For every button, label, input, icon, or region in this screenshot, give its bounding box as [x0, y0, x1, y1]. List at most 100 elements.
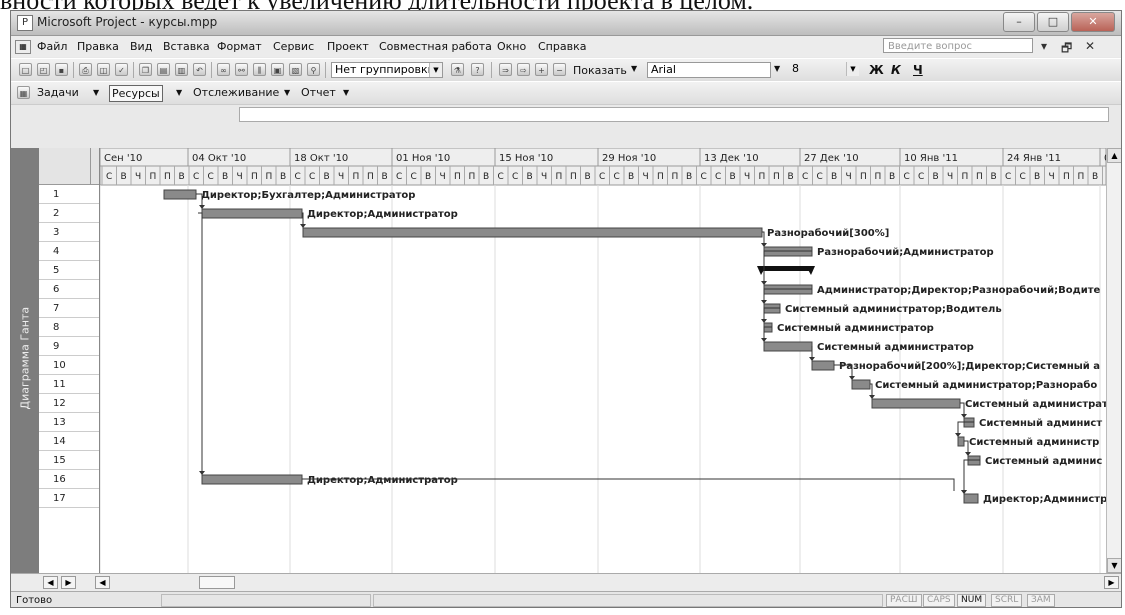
dependency-arrow-icon[interactable]: [300, 224, 306, 228]
new-icon[interactable]: □: [19, 63, 32, 76]
task-row-number[interactable]: 8: [39, 318, 99, 337]
restore-document-icon[interactable]: 🗗: [1061, 39, 1072, 60]
tasks-button[interactable]: Задачи: [37, 85, 79, 100]
task-row-number[interactable]: 1: [39, 185, 99, 204]
print-icon[interactable]: ⎙: [79, 63, 92, 76]
tracking-chevron-icon[interactable]: ▼: [284, 85, 290, 100]
entry-field[interactable]: [239, 107, 1109, 122]
save-icon[interactable]: ▪: [55, 63, 68, 76]
summary-task-bar[interactable]: [760, 266, 812, 271]
dependency-arrow-icon[interactable]: [869, 395, 875, 399]
task-row-number[interactable]: 15: [39, 451, 99, 470]
dependency-arrow-icon[interactable]: [809, 357, 815, 361]
resources-chevron-icon[interactable]: ▼: [176, 85, 182, 100]
menu-window[interactable]: Окно: [497, 40, 526, 53]
task-bar[interactable]: [871, 398, 961, 409]
print-preview-icon[interactable]: ◫: [97, 63, 110, 76]
indent-icon[interactable]: ⇨: [517, 63, 530, 76]
task-bar[interactable]: [963, 493, 979, 504]
remove-icon[interactable]: −: [553, 63, 566, 76]
show-dropdown-chevron-icon[interactable]: ▼: [631, 64, 637, 73]
dependency-arrow-icon[interactable]: [761, 300, 767, 304]
help-icon[interactable]: ?: [471, 63, 484, 76]
menu-project[interactable]: Проект: [327, 40, 369, 53]
select-all-header[interactable]: [39, 148, 99, 185]
task-row-number[interactable]: 16: [39, 470, 99, 489]
underline-button[interactable]: Ч: [913, 63, 923, 77]
menu-file[interactable]: Файл: [37, 40, 67, 53]
task-row-number[interactable]: 14: [39, 432, 99, 451]
unlink-tasks-icon[interactable]: ⚯: [235, 63, 248, 76]
font-size-chevron-icon[interactable]: ▼: [846, 62, 859, 76]
filter-icon[interactable]: ⚗: [451, 63, 464, 76]
vertical-scrollbar[interactable]: ▲ ▼: [1106, 148, 1121, 573]
task-bar[interactable]: [851, 379, 871, 390]
dependency-arrow-icon[interactable]: [761, 243, 767, 247]
report-button[interactable]: Отчет: [301, 85, 336, 100]
task-notes-icon[interactable]: ▧: [289, 63, 302, 76]
report-chevron-icon[interactable]: ▼: [343, 85, 349, 100]
font-chevron-icon[interactable]: ▼: [774, 64, 780, 73]
close-button[interactable]: ✕: [1071, 12, 1115, 32]
paste-icon[interactable]: ▤: [157, 63, 170, 76]
format-painter-icon[interactable]: ▥: [175, 63, 188, 76]
scroll-to-task-icon[interactable]: ⇒: [499, 63, 512, 76]
table-scroll-right-icon[interactable]: ▶: [61, 576, 76, 589]
font-size-select[interactable]: 8 ▼: [789, 62, 859, 78]
help-search-input[interactable]: Введите вопрос: [883, 38, 1033, 53]
scroll-up-icon[interactable]: ▲: [1107, 148, 1121, 163]
dependency-arrow-icon[interactable]: [965, 452, 971, 456]
task-row-number[interactable]: 6: [39, 280, 99, 299]
document-menu-icon[interactable]: ▦: [15, 40, 31, 54]
minimize-button[interactable]: –: [1003, 12, 1035, 32]
dependency-arrow-icon[interactable]: [199, 471, 205, 475]
table-scroll-left-icon[interactable]: ◀: [43, 576, 58, 589]
add-icon[interactable]: +: [535, 63, 548, 76]
task-row-number[interactable]: 13: [39, 413, 99, 432]
maximize-button[interactable]: □: [1037, 12, 1069, 32]
close-document-icon[interactable]: ✕: [1085, 39, 1095, 53]
dependency-arrow-icon[interactable]: [761, 338, 767, 342]
spelling-icon[interactable]: ✓: [115, 63, 128, 76]
view-bar[interactable]: Диаграмма Ганта: [11, 148, 40, 573]
grouping-select[interactable]: Нет группировки ▼: [331, 62, 443, 78]
task-bar[interactable]: [201, 474, 303, 485]
show-dropdown[interactable]: Показать: [573, 64, 627, 77]
task-info-icon[interactable]: ▣: [271, 63, 284, 76]
dependency-arrow-icon[interactable]: [961, 490, 967, 494]
dependency-arrow-icon[interactable]: [761, 281, 767, 285]
dependency-arrow-icon[interactable]: [849, 376, 855, 380]
task-row-number[interactable]: 10: [39, 356, 99, 375]
menu-tools[interactable]: Сервис: [273, 40, 314, 53]
menu-view[interactable]: Вид: [130, 40, 152, 53]
menu-insert[interactable]: Вставка: [163, 40, 210, 53]
undo-icon[interactable]: ↶: [193, 63, 206, 76]
task-row-number[interactable]: 4: [39, 242, 99, 261]
task-bar[interactable]: [302, 227, 763, 238]
tasks-chevron-icon[interactable]: ▼: [93, 85, 99, 100]
resources-button[interactable]: Ресурсы: [109, 85, 163, 102]
task-row-number[interactable]: 17: [39, 489, 99, 508]
dependency-arrow-icon[interactable]: [961, 414, 967, 418]
copy-icon[interactable]: ❐: [139, 63, 152, 76]
dependency-arrow-icon[interactable]: [761, 319, 767, 323]
task-bar[interactable]: [201, 208, 303, 219]
dependency-arrow-icon[interactable]: [199, 205, 205, 209]
task-bar[interactable]: [163, 189, 197, 200]
font-select[interactable]: Arial: [647, 62, 771, 78]
task-bar[interactable]: [957, 436, 965, 447]
task-bar[interactable]: [811, 360, 835, 371]
tracking-button[interactable]: Отслеживание: [193, 85, 279, 100]
dependency-arrow-icon[interactable]: [955, 433, 961, 437]
chart-scroll-left-icon[interactable]: ◀: [95, 576, 110, 589]
task-row-number[interactable]: 7: [39, 299, 99, 318]
task-row-number[interactable]: 12: [39, 394, 99, 413]
scroll-down-icon[interactable]: ▼: [1107, 558, 1121, 573]
gantt-chart[interactable]: Сен '10 04 Окт '10 18 Окт '10 01 Ноя '10 15 …: [99, 147, 1113, 573]
italic-button[interactable]: К: [891, 63, 901, 77]
project-guide-icon[interactable]: ▦: [17, 86, 30, 99]
horizontal-scrollbar[interactable]: ◀ ▶ ◀ ▶: [11, 573, 1121, 591]
split-task-icon[interactable]: ⫼: [253, 63, 266, 76]
chevron-down-icon[interactable]: ▼: [429, 63, 442, 77]
assign-resources-icon[interactable]: ⚲: [307, 63, 320, 76]
